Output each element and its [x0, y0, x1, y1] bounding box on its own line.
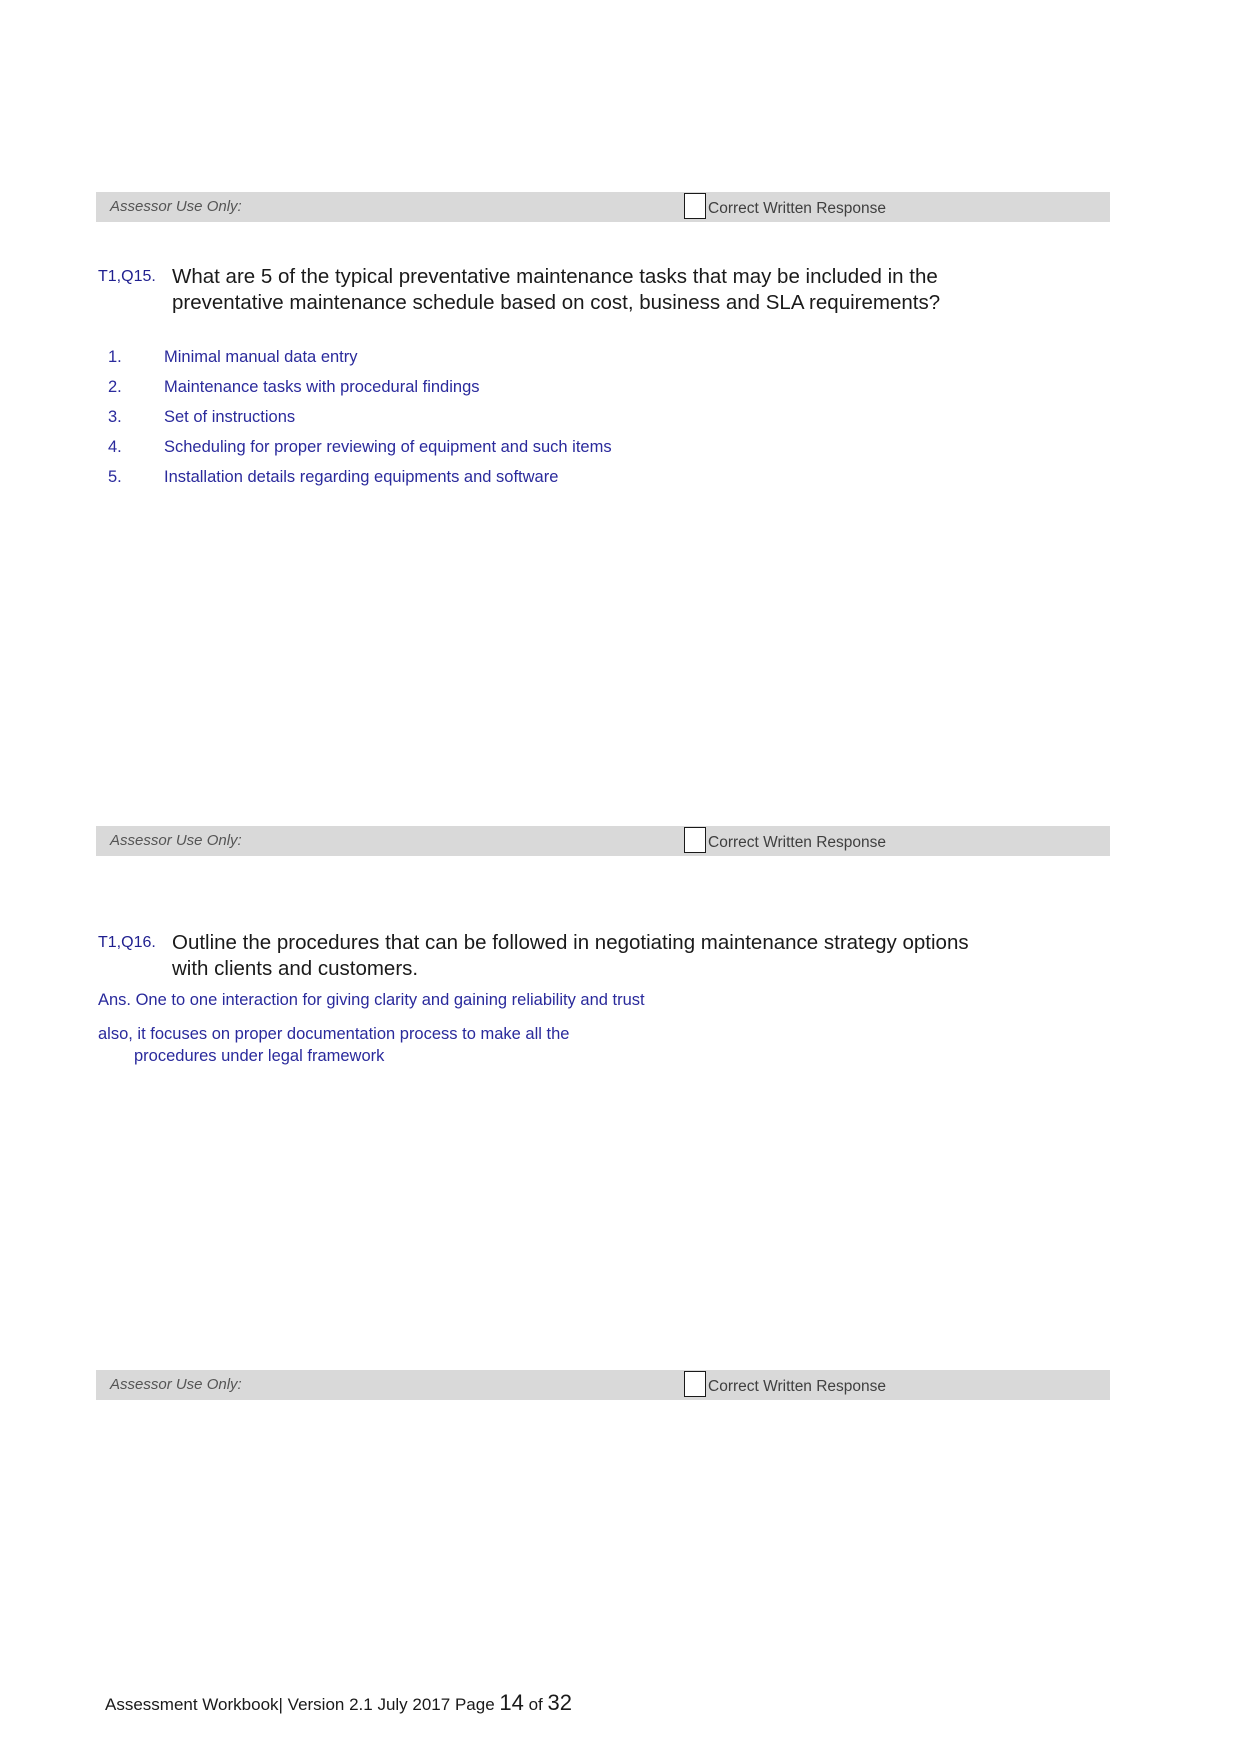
list-item-number: 4. [108, 438, 122, 456]
footer-page-number: 14 [499, 1690, 524, 1715]
question-tag-q16: T1,Q16. [98, 934, 156, 951]
answer-line-2: also, it focuses on proper documentation… [98, 1024, 570, 1043]
list-item-number: 3. [108, 408, 122, 426]
assessor-use-only-label: Assessor Use Only: [110, 198, 242, 215]
assessor-bar-2: Assessor Use Only: Correct Written Respo… [96, 826, 1110, 856]
question-tag-q15: T1,Q15. [98, 268, 156, 285]
answer-list-q15: 1. Minimal manual data entry 2. Maintena… [98, 348, 958, 498]
correct-written-response-label: Correct Written Response [708, 833, 887, 851]
question-text-q16: Outline the procedures that can be follo… [172, 931, 969, 981]
correct-written-response-group-3: Correct Written Response [684, 1363, 886, 1397]
answer-spacer [98, 1012, 978, 1024]
footer-middle: of [523, 1695, 548, 1714]
answer-line-3: procedures under legal framework [134, 1046, 385, 1065]
list-item: 1. Minimal manual data entry [98, 348, 958, 378]
assessor-use-only-label: Assessor Use Only: [110, 832, 242, 849]
correct-written-response-checkbox[interactable] [684, 193, 706, 219]
page-footer: Assessment Workbook| Version 2.1 July 20… [105, 1690, 572, 1716]
list-item-text: Minimal manual data entry [164, 348, 358, 366]
list-item-text: Set of instructions [164, 408, 296, 426]
assessor-bar-1: Assessor Use Only: Correct Written Respo… [96, 192, 1110, 222]
assessor-bar-3: Assessor Use Only: Correct Written Respo… [96, 1370, 1110, 1400]
list-item: 5. Installation details regarding equipm… [98, 468, 958, 498]
footer-prefix: Assessment Workbook| Version 2.1 July 20… [105, 1695, 500, 1714]
list-item: 3. Set of instructions [98, 408, 958, 438]
question-block-q16: T1,Q16. Outline the procedures that can … [98, 930, 998, 982]
list-item-text: Scheduling for proper reviewing of equip… [164, 438, 612, 456]
list-item: 2. Maintenance tasks with procedural fin… [98, 378, 958, 408]
correct-written-response-label: Correct Written Response [708, 1377, 887, 1395]
correct-written-response-group-2: Correct Written Response [684, 819, 886, 853]
list-item-text: Maintenance tasks with procedural findin… [164, 378, 480, 396]
document-page: Assessor Use Only: Correct Written Respo… [0, 0, 1241, 1754]
footer-total-pages: 32 [547, 1690, 572, 1715]
question-row: T1,Q16. Outline the procedures that can … [98, 930, 998, 982]
correct-written-response-group-1: Correct Written Response [684, 185, 886, 219]
question-row: T1,Q15. What are 5 of the typical preven… [98, 264, 998, 316]
correct-written-response-checkbox[interactable] [684, 827, 706, 853]
list-item: 4. Scheduling for proper reviewing of eq… [98, 438, 958, 468]
answer-line-1: Ans. One to one interaction for giving c… [98, 991, 645, 1009]
assessor-use-only-label: Assessor Use Only: [110, 1376, 242, 1393]
question-block-q15: T1,Q15. What are 5 of the typical preven… [98, 264, 998, 316]
question-text-q15: What are 5 of the typical preventative m… [172, 265, 941, 315]
correct-written-response-label: Correct Written Response [708, 199, 887, 217]
correct-written-response-checkbox[interactable] [684, 1371, 706, 1397]
answer-text-q16: Ans. One to one interaction for giving c… [98, 990, 978, 1067]
list-item-number: 1. [108, 348, 122, 366]
list-item-number: 5. [108, 468, 122, 486]
list-item-text: Installation details regarding equipment… [164, 468, 559, 486]
list-item-number: 2. [108, 378, 122, 396]
